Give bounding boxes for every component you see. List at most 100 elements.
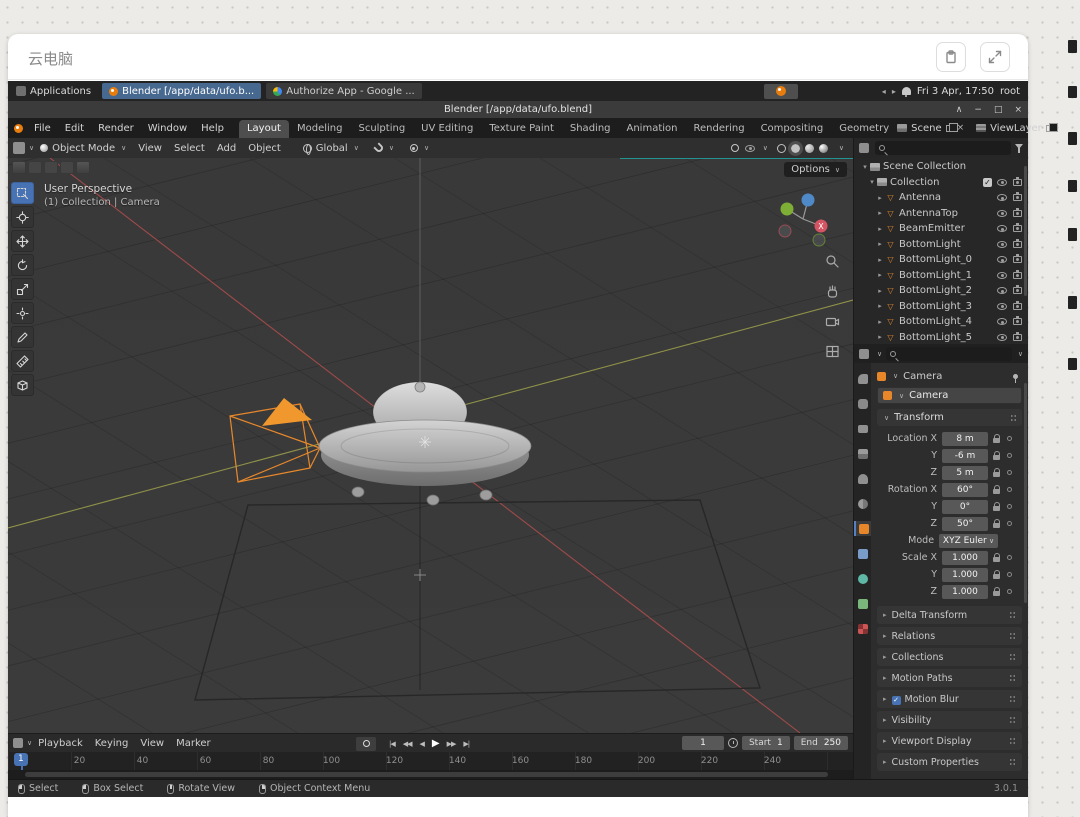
properties-search-input[interactable] [886,347,1012,361]
corner-icon-4[interactable] [60,161,74,174]
notifications-bell-icon[interactable] [902,87,911,95]
tab-render[interactable] [854,396,871,411]
outliner-scrollbar[interactable] [1024,166,1027,296]
tool-transform[interactable] [11,302,34,324]
tab-view-layer[interactable] [854,446,871,461]
shading-wireframe-icon[interactable] [777,144,786,153]
transport-button[interactable]: |◀ [386,740,398,748]
tab-physics[interactable] [854,571,871,586]
hide-in-viewport-toggle[interactable] [997,194,1007,201]
mode-dropdown[interactable]: Object Mode ∨ [34,143,132,154]
viewport-menu-item[interactable]: Add [211,143,242,154]
system-tray[interactable] [764,84,798,99]
hide-in-viewport-toggle[interactable] [997,303,1007,310]
panel-drag-grip[interactable] [1009,737,1016,745]
workspace-tab[interactable]: UV Editing [413,120,481,138]
transform-panel-header[interactable]: ∨ Transform [877,409,1022,426]
workspace-tab[interactable]: Modeling [289,120,351,138]
hide-in-viewport-toggle[interactable] [997,334,1007,341]
tab-constraints[interactable] [854,546,871,561]
value-field[interactable]: 5 m [942,466,988,480]
shade-window-icon[interactable]: ∧ [956,105,963,115]
viewport-scene[interactable] [8,158,853,733]
shading-rendered-icon[interactable] [819,144,828,153]
outliner-item[interactable]: ▸ ▽ BottomLight_2 [854,283,1028,299]
disable-in-renders-toggle[interactable] [1013,179,1022,186]
tool-rotate[interactable] [11,254,34,276]
collapsed-panel[interactable]: ▸ Delta Transform [877,606,1022,624]
navigation-gizmo[interactable]: X [771,186,835,250]
hide-in-viewport-toggle[interactable] [997,210,1007,217]
panel-drag-grip[interactable] [1009,716,1016,724]
panel-arrow-left-icon[interactable]: ◂ [882,87,886,96]
disable-in-renders-toggle[interactable] [1013,194,1022,201]
tool-select-box[interactable] [11,182,34,204]
tool-scale[interactable] [11,278,34,300]
outliner-editor-icon[interactable] [859,143,869,153]
corner-icon-5[interactable] [76,161,90,174]
outliner-collection[interactable]: ▾ Collection ✓ [854,175,1028,191]
workspace-tab[interactable]: Sculpting [350,120,413,138]
value-field[interactable]: XYZ Euler [939,534,998,548]
disable-in-renders-toggle[interactable] [1013,334,1022,341]
taskbar-task-google[interactable]: Authorize App - Google ... [266,83,422,99]
pin-icon[interactable] [1013,374,1018,379]
disable-in-renders-toggle[interactable] [1013,272,1022,279]
outliner-search-input[interactable] [875,141,1011,155]
panel-drag-grip[interactable] [1010,414,1017,422]
outliner-item[interactable]: ▸ ▽ BeamEmitter [854,221,1028,237]
timeline-menu-item[interactable]: Marker [170,738,217,749]
close-window-icon[interactable]: × [1014,105,1022,115]
lock-icon[interactable] [993,451,1001,461]
gizmo-z-axis[interactable] [802,194,815,207]
taskbar-task-blender[interactable]: Blender [/app/data/ufo.b... [102,83,261,99]
workspace-tab[interactable]: Rendering [685,120,752,138]
new-scene-icon[interactable] [946,125,953,132]
animate-property-dot[interactable] [1007,572,1012,577]
outliner-item[interactable]: ▸ ▽ AntennaTop [854,206,1028,222]
timeline-scrollbar[interactable] [8,770,853,779]
3d-viewport[interactable]: Options ∨ [8,158,853,733]
animate-property-dot[interactable] [1007,453,1012,458]
transport-button[interactable]: ◀◀ [400,740,415,748]
workspace-tab[interactable]: Texture Paint [481,120,562,138]
transform-orientation-dropdown[interactable]: Global ∨ [303,143,359,154]
outliner-item[interactable]: ▸ ▽ BottomLight_4 [854,314,1028,330]
filter-funnel-icon[interactable] [1015,144,1023,153]
outliner-item[interactable]: ▸ ▽ Antenna [854,190,1028,206]
lock-icon[interactable] [993,468,1001,478]
corner-icon-1[interactable] [12,161,26,174]
options-dropdown[interactable]: Options ∨ [784,162,847,177]
corner-icon-2[interactable] [28,161,42,174]
show-overlays-icon[interactable] [745,145,755,152]
lock-icon[interactable] [993,434,1001,444]
gizmo-toggle-icon[interactable] [731,144,739,152]
value-field[interactable]: 8 m [942,432,988,446]
hide-in-viewport-toggle[interactable] [997,256,1007,263]
workspace-tab[interactable]: Geometry [831,120,897,138]
tool-measure[interactable] [11,350,34,372]
properties-scrollbar[interactable] [1024,383,1027,603]
animate-property-dot[interactable] [1007,487,1012,492]
hide-in-viewport-toggle[interactable] [997,225,1007,232]
animate-property-dot[interactable] [1007,470,1012,475]
collapsed-panel[interactable]: ▸ Custom Properties [877,753,1022,771]
workspace-tab[interactable]: Layout [239,120,289,138]
collapsed-panel[interactable]: ▸ Relations [877,627,1022,645]
tool-move[interactable] [11,230,34,252]
disable-in-renders-toggle[interactable] [1013,225,1022,232]
toggle-ortho-button[interactable] [821,340,843,362]
tab-texture[interactable] [854,621,871,636]
workspace-tab[interactable]: Compositing [753,120,832,138]
value-field[interactable]: 1.000 [942,551,988,565]
viewport-menu-item[interactable]: Select [168,143,211,154]
ufo-object[interactable] [319,158,531,505]
menu-item[interactable]: Window [141,123,194,134]
disable-in-renders-toggle[interactable] [1013,287,1022,294]
outliner-item[interactable]: ▸ ▽ BottomLight_0 [854,252,1028,268]
corner-icon-3[interactable] [44,161,58,174]
transport-button[interactable]: ◀ [417,740,427,748]
collapsed-panel[interactable]: ▸ Motion Paths [877,669,1022,687]
value-field[interactable]: 0° [942,500,988,514]
editor-type-icon[interactable] [13,142,25,154]
